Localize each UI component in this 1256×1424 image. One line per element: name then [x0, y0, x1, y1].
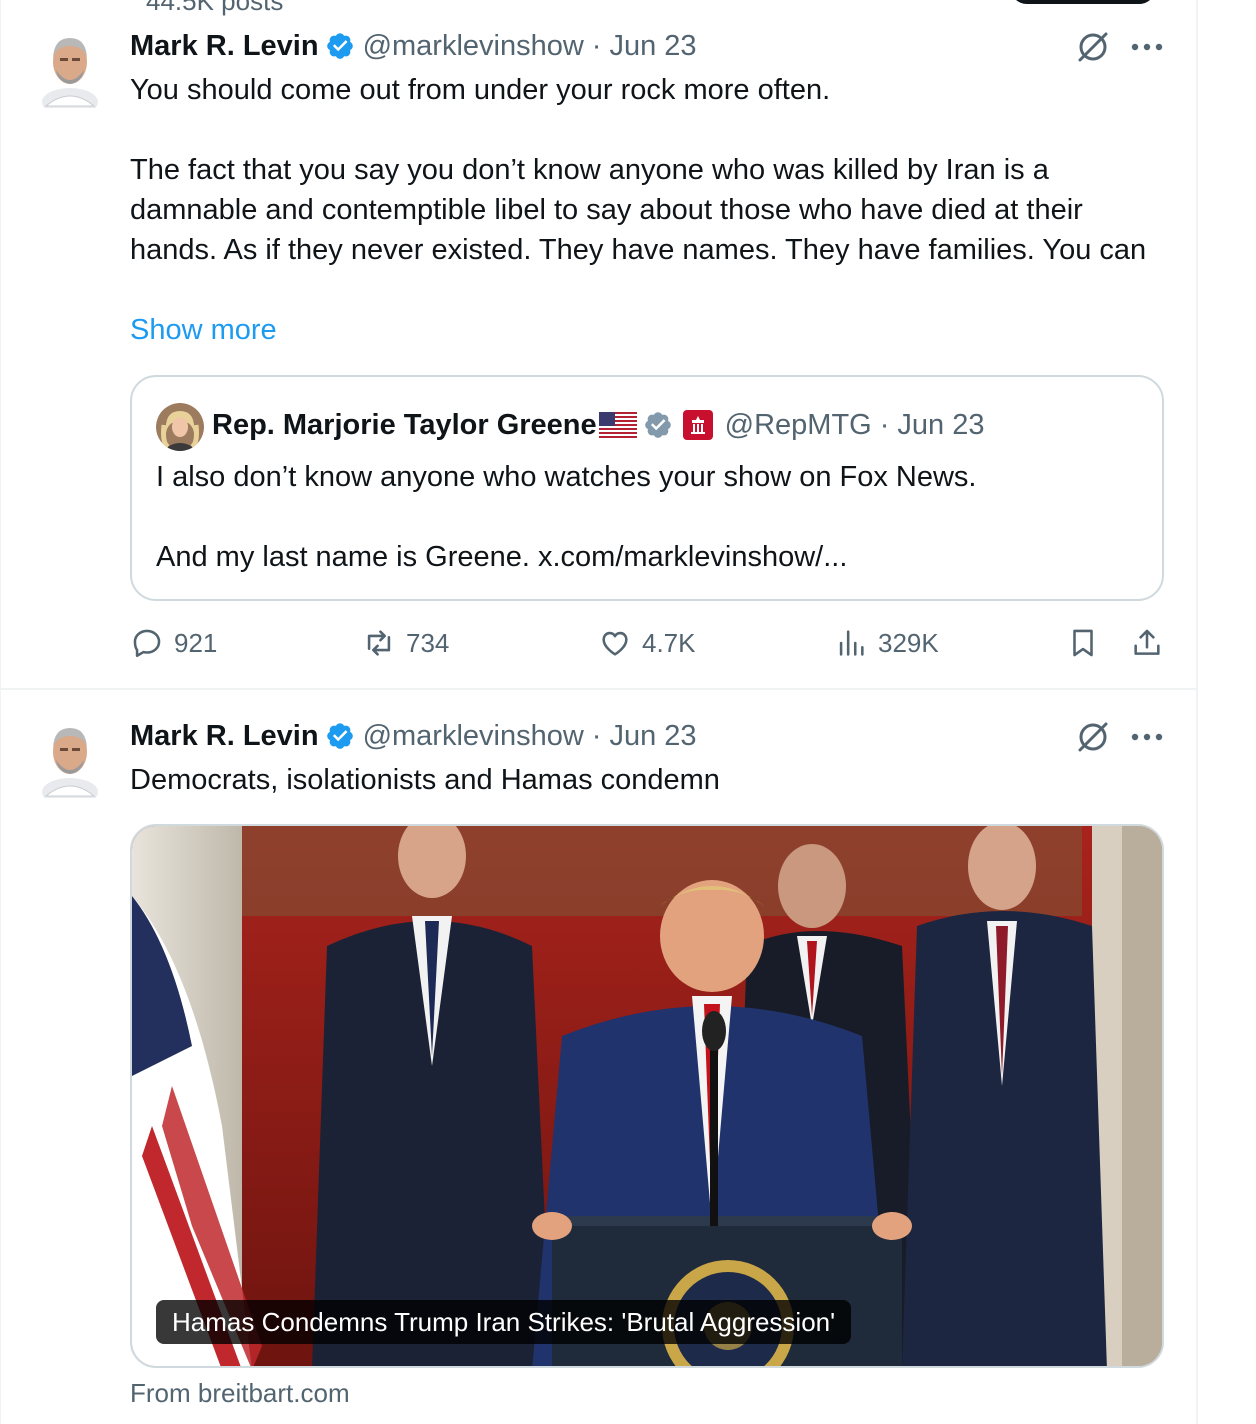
quote-author-name[interactable]: Rep. Marjorie Taylor Greene	[212, 409, 597, 442]
author-handle[interactable]: @marklevinshow	[363, 720, 584, 753]
tweet-header: Mark R. Levin @marklevinshow · Jun 23	[130, 716, 697, 756]
reply-count: 921	[174, 627, 218, 658]
tweet-text: Democrats, isolationists and Hamas conde…	[130, 764, 720, 796]
views-icon	[839, 630, 864, 656]
quote-author-handle[interactable]: @RepMTG	[725, 409, 872, 442]
capitol-badge-icon	[682, 410, 713, 440]
quote-text: I also don’t know anyone who watches you…	[156, 457, 1146, 577]
tweet-actions: 921 734 4.7K 329K	[130, 626, 1170, 670]
bookmark-icon	[1073, 629, 1093, 657]
reply-button[interactable]: 921	[130, 626, 217, 660]
quote-avatar[interactable]	[156, 403, 204, 451]
grok-icon[interactable]	[1074, 718, 1112, 756]
avatar[interactable]	[40, 718, 100, 806]
tweet-paragraph: The fact that you say you don’t know any…	[130, 154, 1147, 266]
separator: ·	[591, 719, 602, 752]
author-handle[interactable]: @marklevinshow	[363, 30, 584, 63]
tweet-header: Mark R. Levin @marklevinshow · Jun 23	[130, 26, 697, 66]
tweet-date[interactable]: Jun 23	[609, 30, 696, 63]
tweet[interactable]: Mark R. Levin @marklevinshow · Jun 23 De…	[0, 692, 1196, 1424]
news-photo	[132, 826, 1162, 1366]
grok-icon[interactable]	[1074, 28, 1112, 66]
like-button[interactable]: 4.7K	[598, 626, 696, 660]
verified-badge-gray-icon	[644, 412, 671, 438]
repost-icon	[367, 630, 391, 656]
like-count: 4.7K	[642, 627, 696, 658]
link-card-title[interactable]: Hamas Condemns Trump Iran Strikes: 'Brut…	[156, 1300, 852, 1344]
tweet-paragraph: You should come out from under your rock…	[130, 74, 831, 106]
separator: ·	[879, 408, 890, 441]
tweet-date[interactable]: Jun 23	[609, 720, 696, 753]
repost-count: 734	[406, 627, 450, 658]
verified-badge-icon	[326, 33, 353, 59]
quote-paragraph: I also don’t know anyone who watches you…	[156, 461, 977, 493]
like-icon	[602, 631, 628, 656]
quote-paragraph: And my last name is Greene. x.com/markle…	[156, 541, 848, 573]
author-name[interactable]: Mark R. Levin	[130, 30, 319, 63]
verified-badge-icon	[326, 723, 353, 749]
quoted-tweet[interactable]: Rep. Marjorie Taylor Greene @RepMTG · Ju…	[130, 375, 1164, 601]
separator: ·	[591, 29, 602, 62]
views-button[interactable]: 329K	[834, 626, 939, 660]
more-icon[interactable]	[1130, 42, 1164, 52]
share-button[interactable]	[1130, 626, 1174, 660]
link-card-image[interactable]: Hamas Condemns Trump Iran Strikes: 'Brut…	[130, 824, 1164, 1368]
repost-button[interactable]: 734	[362, 626, 449, 660]
tweet-text: You should come out from under your rock…	[130, 70, 1170, 270]
author-name[interactable]: Mark R. Levin	[130, 720, 319, 753]
bookmark-button[interactable]	[1066, 626, 1110, 660]
column-right-border	[1196, 0, 1198, 1424]
link-card-source[interactable]: From breitbart.com	[130, 1378, 350, 1409]
views-count: 329K	[878, 627, 939, 658]
more-icon[interactable]	[1130, 732, 1164, 742]
us-flag-icon	[598, 412, 637, 438]
share-icon	[1134, 629, 1160, 655]
tweet[interactable]: Mark R. Levin @marklevinshow · Jun 23 Yo…	[0, 0, 1196, 690]
quote-date[interactable]: Jun 23	[897, 409, 984, 442]
quote-header: Rep. Marjorie Taylor Greene @RepMTG · Ju…	[212, 405, 984, 445]
reply-icon	[133, 629, 161, 658]
avatar[interactable]	[40, 28, 100, 116]
show-more-link[interactable]: Show more	[130, 310, 277, 350]
